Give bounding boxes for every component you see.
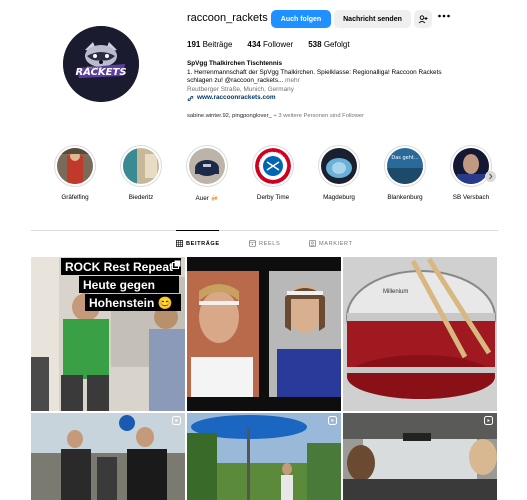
reel-icon — [328, 416, 337, 425]
highlights-next-button[interactable] — [485, 171, 496, 182]
message-button[interactable]: Nachricht senden — [334, 10, 411, 28]
highlight-thumbnail — [57, 148, 93, 184]
post-tile[interactable]: ROCK Rest Repeat Heute gegen Hohenstein … — [31, 257, 185, 411]
grid-icon — [176, 240, 183, 247]
highlight-label: Auer 🍻 — [195, 195, 219, 202]
tab-tagged[interactable]: MARKIERT — [309, 240, 353, 247]
bio-website-text: www.raccoonrackets.com — [197, 94, 276, 102]
profile-username: raccoon_rackets — [187, 12, 268, 24]
tab-reels-label: REELS — [259, 240, 281, 247]
post-image — [187, 257, 341, 411]
chevron-right-icon — [489, 173, 493, 180]
post-caption-line: Hohenstein 😊 — [89, 296, 173, 310]
person-add-icon — [418, 14, 428, 23]
bio-line-1: 1. Herrenmannschaft der SpVgg Thalkirche… — [187, 68, 442, 76]
highlight-biederitz[interactable]: Biederitz — [116, 145, 166, 201]
posts-count: 191 — [187, 40, 201, 49]
profile-avatar[interactable]: RACKETS RACCOON — [63, 26, 139, 102]
raccoon-rackets-logo: RACKETS RACCOON — [63, 26, 139, 102]
post-image — [31, 413, 185, 500]
post-image: ROCK Rest Repeat Heute gegen Hohenstein … — [31, 257, 185, 411]
post-tile[interactable] — [31, 413, 185, 500]
bio-website[interactable]: www.raccoonrackets.com — [187, 94, 487, 103]
suggest-people-button[interactable] — [414, 10, 432, 28]
post-tile[interactable] — [187, 413, 341, 500]
highlight-auer[interactable]: Auer 🍻 — [182, 145, 232, 202]
following-label: Gefolgt — [323, 40, 350, 49]
highlight-thumbnail: FC BAYERN MÜNCHEN — [255, 148, 291, 184]
more-horizontal-icon — [438, 14, 450, 18]
highlight-magdeburg[interactable]: Magdeburg — [314, 145, 364, 201]
highlight-thumbnail — [453, 148, 489, 184]
drum-brand-text: Millenium — [383, 289, 408, 295]
link-icon — [187, 96, 194, 102]
followers-stat[interactable]: 434 Follower — [247, 40, 293, 49]
reel-icon — [172, 416, 181, 425]
tab-tagged-label: MARKIERT — [319, 240, 353, 247]
highlight-thumbnail — [189, 148, 225, 184]
followed-by[interactable]: sabine.winter.92, pingponglover_ + 3 wei… — [187, 113, 364, 119]
highlight-thumbnail — [123, 148, 159, 184]
followers-label: Follower — [262, 40, 294, 49]
post-caption-line: Heute gegen — [83, 278, 155, 292]
more-options-icon[interactable] — [437, 11, 451, 23]
posts-label: Beiträge — [202, 40, 233, 49]
multiple-images-icon — [172, 260, 181, 269]
tabs-divider — [31, 230, 498, 231]
highlight-thumbnail — [321, 148, 357, 184]
highlight-label: Magdeburg — [323, 194, 355, 201]
highlight-label: Gräfelfing — [61, 194, 89, 201]
highlight-graefelfing[interactable]: Gräfelfing — [50, 145, 100, 201]
following-count: 538 — [308, 40, 322, 49]
highlight-thumbnail: Das geht... — [387, 148, 423, 184]
tagged-icon — [309, 240, 316, 247]
reels-icon — [249, 240, 256, 247]
followers-count: 434 — [247, 40, 261, 49]
follow-button[interactable]: Auch folgen — [271, 10, 331, 28]
post-tile[interactable]: Millenium — [343, 257, 497, 411]
tab-posts-label: BEITRÄGE — [186, 240, 220, 247]
followed-by-rest: + 3 weitere Personen sind Follower — [271, 113, 365, 119]
profile-display-name: SpVgg Thalkirchen Tischtennis — [187, 60, 283, 67]
bio-location[interactable]: Reutberger Straße, Munich, Germany — [187, 86, 487, 95]
post-image — [187, 413, 341, 500]
post-image: Millenium — [343, 257, 497, 411]
bio-more-link[interactable]: mehr — [285, 77, 300, 84]
highlight-label: Biederitz — [128, 194, 154, 201]
fc-bayern-logo: FC BAYERN MÜNCHEN — [255, 148, 291, 184]
tab-reels[interactable]: REELS — [249, 240, 280, 247]
highlight-label: SB Versbach — [452, 194, 490, 201]
post-tile[interactable] — [343, 413, 497, 500]
reel-icon — [484, 416, 493, 425]
logo-subtext: RACCOON — [87, 66, 102, 70]
bio-line-2: schlagen zu! @raccoon_rackets... — [187, 77, 286, 85]
highlight-label: Derby Time — [256, 194, 290, 201]
post-image — [343, 413, 497, 500]
highlight-derby-time[interactable]: FC BAYERN MÜNCHEN Derby Time — [248, 145, 298, 201]
following-stat[interactable]: 538 Gefolgt — [308, 40, 349, 49]
posts-stat: 191 Beiträge — [187, 40, 232, 49]
post-tile[interactable] — [187, 257, 341, 411]
highlight-blankenburg[interactable]: Das geht... Blankenburg — [380, 145, 430, 201]
highlight-caption: Das geht... — [391, 155, 419, 161]
post-caption-line: ROCK Rest Repeat — [65, 260, 173, 274]
profile-stats: 191 Beiträge 434 Follower 538 Gefolgt — [187, 40, 365, 49]
profile-bio: SpVgg Thalkirchen Tischtennis 1. Herrenm… — [187, 60, 487, 103]
tab-posts[interactable]: BEITRÄGE — [176, 240, 220, 247]
followed-by-names: sabine.winter.92, pingponglover_ — [187, 113, 272, 119]
active-tab-indicator — [176, 230, 219, 231]
story-highlights: Gräfelfing Biederitz Auer 🍻 FC BAYERN MÜ… — [46, 145, 506, 205]
highlight-label: Blankenburg — [387, 194, 423, 201]
